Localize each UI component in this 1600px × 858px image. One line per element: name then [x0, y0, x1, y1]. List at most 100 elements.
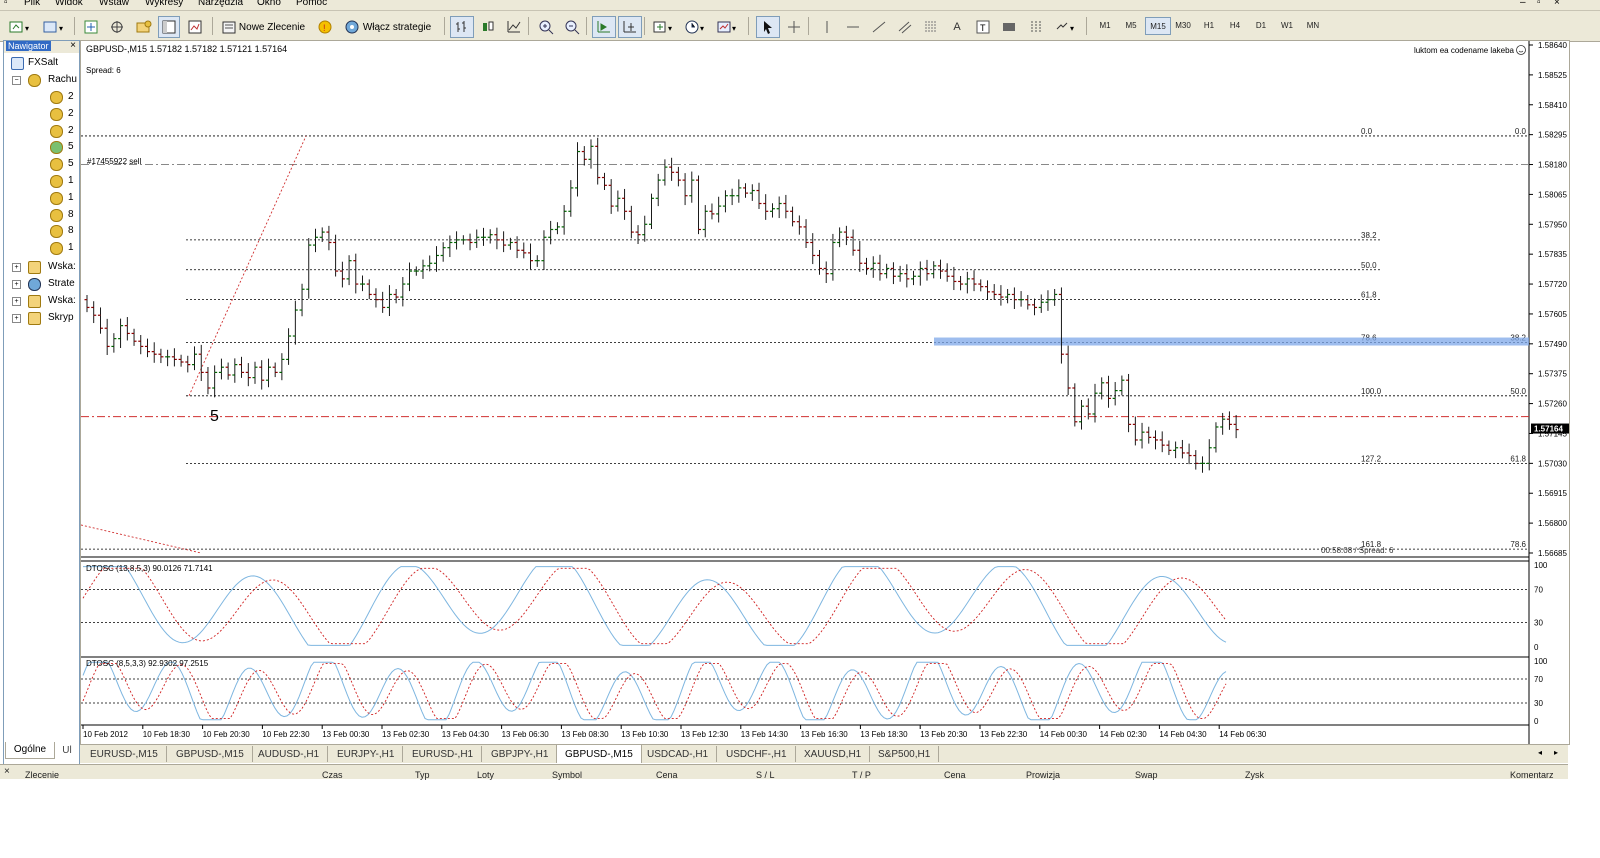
- data-window-icon[interactable]: [106, 16, 128, 38]
- chart-tab[interactable]: GBPJPY-,H1: [483, 746, 558, 762]
- nav-folder-indicators[interactable]: + Wska:: [4, 259, 79, 275]
- account-item[interactable]: 8: [4, 223, 79, 239]
- chart-tab[interactable]: GBPUSD-,M15: [168, 746, 253, 762]
- timeframe-m30[interactable]: M30: [1171, 17, 1195, 33]
- terminal-column-header[interactable]: Typ: [415, 770, 430, 780]
- terminal-column-header[interactable]: T / P: [852, 770, 871, 780]
- nav-folder-experts[interactable]: + Strate: [4, 276, 79, 292]
- chart-tab[interactable]: GBPUSD-,M15: [556, 744, 642, 763]
- scroll-right-icon[interactable]: ▸: [1554, 748, 1558, 757]
- close-window-icon[interactable]: ×: [1554, 0, 1560, 8]
- period-separator-icon[interactable]: [1024, 16, 1050, 38]
- zoom-in-icon[interactable]: [534, 16, 558, 38]
- timeframe-h1[interactable]: H1: [1197, 17, 1221, 33]
- fibonacci-icon[interactable]: [920, 16, 942, 38]
- terminal-icon[interactable]: [158, 16, 180, 38]
- tab-favorites[interactable]: Ul: [59, 743, 75, 758]
- new-chart-icon[interactable]: ▾: [6, 16, 36, 38]
- auto-scroll-icon[interactable]: [592, 16, 616, 38]
- vertical-line-icon[interactable]: [816, 16, 838, 38]
- templates-icon[interactable]: ▾: [714, 16, 744, 38]
- expand-icon[interactable]: +: [12, 263, 21, 272]
- navigator-icon[interactable]: [132, 16, 156, 38]
- account-item[interactable]: 1: [4, 173, 79, 189]
- menu-help[interactable]: Pomoc: [296, 0, 327, 8]
- terminal-column-header[interactable]: Komentarz: [1510, 770, 1554, 780]
- nav-folder-custom-indicators[interactable]: + Wska:: [4, 293, 79, 309]
- collapse-icon[interactable]: −: [12, 76, 21, 85]
- channel-icon[interactable]: [894, 16, 916, 38]
- chart-tab[interactable]: AUDUSD-,H1: [250, 746, 329, 762]
- account-item[interactable]: 8: [4, 207, 79, 223]
- line-chart-icon[interactable]: [502, 16, 526, 38]
- text-label-icon[interactable]: T: [972, 16, 994, 38]
- periods-clock-icon[interactable]: ▾: [682, 16, 712, 38]
- menu-charts[interactable]: Wykresy: [145, 0, 183, 8]
- terminal-column-header[interactable]: Symbol: [552, 770, 582, 780]
- menu-window[interactable]: Okno: [257, 0, 281, 8]
- terminal-column-header[interactable]: Cena: [656, 770, 678, 780]
- terminal-column-header[interactable]: Cena: [944, 770, 966, 780]
- terminal-close-icon[interactable]: ×: [4, 766, 10, 777]
- chart-tab[interactable]: XAUUSD,H1: [796, 746, 871, 762]
- trendline-icon[interactable]: [868, 16, 890, 38]
- tab-general[interactable]: Ogólne: [5, 742, 55, 759]
- nav-folder-scripts[interactable]: + Skryp: [4, 310, 79, 326]
- account-item[interactable]: 1: [4, 190, 79, 206]
- chart-tab[interactable]: USDCAD-,H1: [639, 746, 718, 762]
- nav-root[interactable]: FXSalt: [4, 55, 79, 71]
- timeframe-m15[interactable]: M15: [1145, 17, 1171, 35]
- scroll-left-icon[interactable]: ◂: [1538, 748, 1542, 757]
- expand-icon[interactable]: +: [12, 280, 21, 289]
- market-watch-icon[interactable]: [80, 16, 102, 38]
- chart-window[interactable]: 1.58640 1.58525 1.58410 1.58295 1.58180 1.580…: [80, 40, 1570, 745]
- terminal-column-header[interactable]: Zysk: [1245, 770, 1264, 780]
- account-item[interactable]: 2: [4, 106, 79, 122]
- terminal-column-header[interactable]: Prowizja: [1026, 770, 1060, 780]
- arrows-icon[interactable]: ▾: [1052, 16, 1082, 38]
- tester-icon[interactable]: [184, 16, 206, 38]
- minimize-icon[interactable]: –: [1520, 0, 1526, 8]
- enable-strategies-button[interactable]: Włącz strategie: [338, 16, 440, 38]
- metaeditor-icon[interactable]: !: [314, 16, 336, 38]
- timeframe-m1[interactable]: M1: [1093, 17, 1117, 33]
- terminal-column-header[interactable]: S / L: [756, 770, 775, 780]
- cursor-icon[interactable]: [756, 16, 780, 38]
- zoom-out-icon[interactable]: [560, 16, 584, 38]
- terminal-column-header[interactable]: Loty: [477, 770, 494, 780]
- timeframe-h4[interactable]: H4: [1223, 17, 1247, 33]
- account-item[interactable]: 5: [4, 156, 79, 172]
- rectangle-icon[interactable]: [998, 16, 1020, 38]
- timeframe-m5[interactable]: M5: [1119, 17, 1143, 33]
- horizontal-line-icon[interactable]: [842, 16, 864, 38]
- menu-view[interactable]: Widok: [55, 0, 83, 8]
- chart-tab[interactable]: EURJPY-,H1: [329, 746, 404, 762]
- account-item[interactable]: 5: [4, 139, 79, 155]
- terminal-column-header[interactable]: Zlecenie: [25, 770, 59, 780]
- menu-insert[interactable]: Wstaw: [99, 0, 129, 8]
- timeframe-w1[interactable]: W1: [1275, 17, 1299, 33]
- profiles-icon[interactable]: ▾: [40, 16, 70, 38]
- candlestick-icon[interactable]: [476, 16, 500, 38]
- restore-icon[interactable]: ▫: [1537, 0, 1541, 8]
- chart-canvas[interactable]: 1.58640 1.58525 1.58410 1.58295 1.58180 1.580…: [81, 41, 1569, 744]
- text-tool-icon[interactable]: A: [946, 16, 968, 38]
- terminal-column-header[interactable]: Swap: [1135, 770, 1158, 780]
- timeframe-d1[interactable]: D1: [1249, 17, 1273, 33]
- chart-shift-icon[interactable]: [618, 16, 642, 38]
- expand-icon[interactable]: +: [12, 297, 21, 306]
- crosshair-icon[interactable]: [782, 16, 806, 38]
- chart-tab[interactable]: USDCHF-,H1: [718, 746, 796, 762]
- bar-chart-icon[interactable]: [450, 16, 474, 38]
- new-order-button[interactable]: Nowe Zlecenie: [218, 16, 312, 38]
- navigator-close-icon[interactable]: ×: [70, 41, 76, 51]
- terminal-column-header[interactable]: Czas: [322, 770, 343, 780]
- menu-file[interactable]: Plik: [24, 0, 40, 8]
- expand-icon[interactable]: +: [12, 314, 21, 323]
- indicators-icon[interactable]: ▾: [650, 16, 680, 38]
- chart-tab[interactable]: EURUSD-,H1: [404, 746, 483, 762]
- timeframe-mn[interactable]: MN: [1301, 17, 1325, 33]
- account-item[interactable]: 2: [4, 89, 79, 105]
- chart-tab[interactable]: EURUSD-,M15: [82, 746, 167, 762]
- menu-tools[interactable]: Narzędzia: [198, 0, 243, 8]
